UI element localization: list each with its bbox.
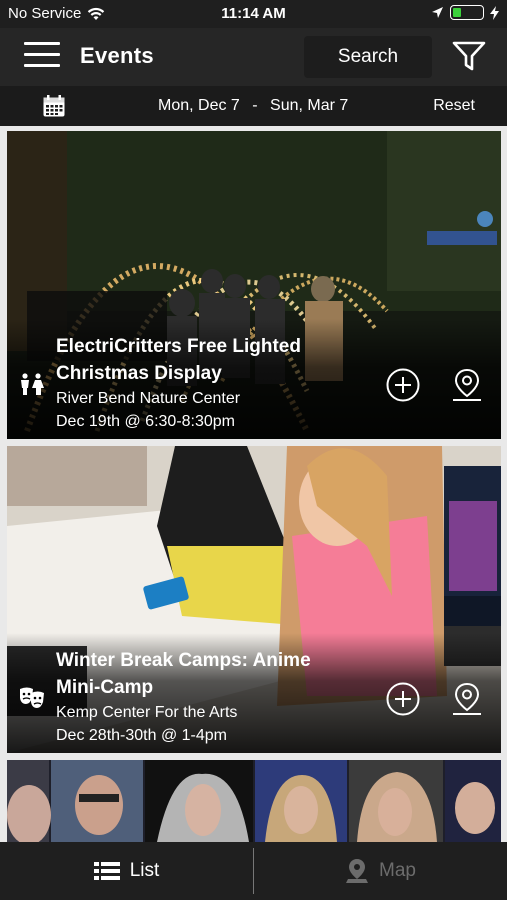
date-separator: - [252, 97, 258, 114]
event-datetime: Dec 19th @ 6:30-8:30pm [56, 413, 236, 430]
add-event-icon[interactable] [386, 682, 420, 716]
list-icon [93, 862, 120, 880]
event-title-line2: Mini-Camp [56, 677, 154, 698]
end-date: Sun, Mar 7 [270, 97, 349, 114]
menu-icon[interactable] [24, 42, 60, 70]
event-image [7, 760, 501, 842]
theater-masks-icon [20, 687, 44, 708]
event-card[interactable]: Winter Break Camps: Anime Mini-Camp Kemp… [7, 446, 501, 753]
calendar-icon[interactable] [42, 94, 66, 118]
app-header: Events Search [0, 28, 507, 86]
map-marker-icon [346, 859, 369, 883]
page-title: Events [80, 43, 154, 68]
event-venue: River Bend Nature Center [56, 390, 241, 407]
date-range-bar: Mon, Dec 7 - Sun, Mar 7 Reset [0, 86, 507, 126]
event-datetime: Dec 28th-30th @ 1-4pm [56, 727, 227, 744]
status-bar: No Service 11:14 AM [0, 0, 507, 28]
tab-list-label: List [129, 860, 160, 881]
charging-bolt-icon [490, 5, 499, 20]
bottom-tab-bar: List Map [0, 842, 507, 900]
family-icon [21, 373, 44, 395]
tab-map-label: Map [379, 860, 416, 881]
search-button[interactable]: Search [304, 36, 432, 78]
event-venue: Kemp Center For the Arts [56, 704, 238, 721]
date-range[interactable]: Mon, Dec 7 - Sun, Mar 7 [158, 97, 356, 115]
battery-icon [450, 5, 484, 20]
reset-button[interactable]: Reset [433, 97, 475, 115]
map-pin-icon[interactable] [450, 682, 484, 716]
event-card[interactable]: ElectriCritters Free Lighted Christmas D… [7, 131, 501, 439]
tab-map[interactable]: Map [254, 842, 507, 900]
event-title-line1: ElectriCritters Free Lighted [56, 336, 301, 357]
location-arrow-icon [432, 7, 443, 18]
start-date: Mon, Dec 7 [158, 97, 240, 114]
event-card[interactable] [7, 760, 501, 842]
add-event-icon[interactable] [386, 368, 420, 402]
event-title-line2: Christmas Display [56, 363, 222, 384]
event-title-line1: Winter Break Camps: Anime [56, 650, 311, 671]
map-pin-icon[interactable] [450, 368, 484, 402]
filter-icon[interactable] [452, 40, 486, 72]
tab-list[interactable]: List [0, 842, 253, 900]
